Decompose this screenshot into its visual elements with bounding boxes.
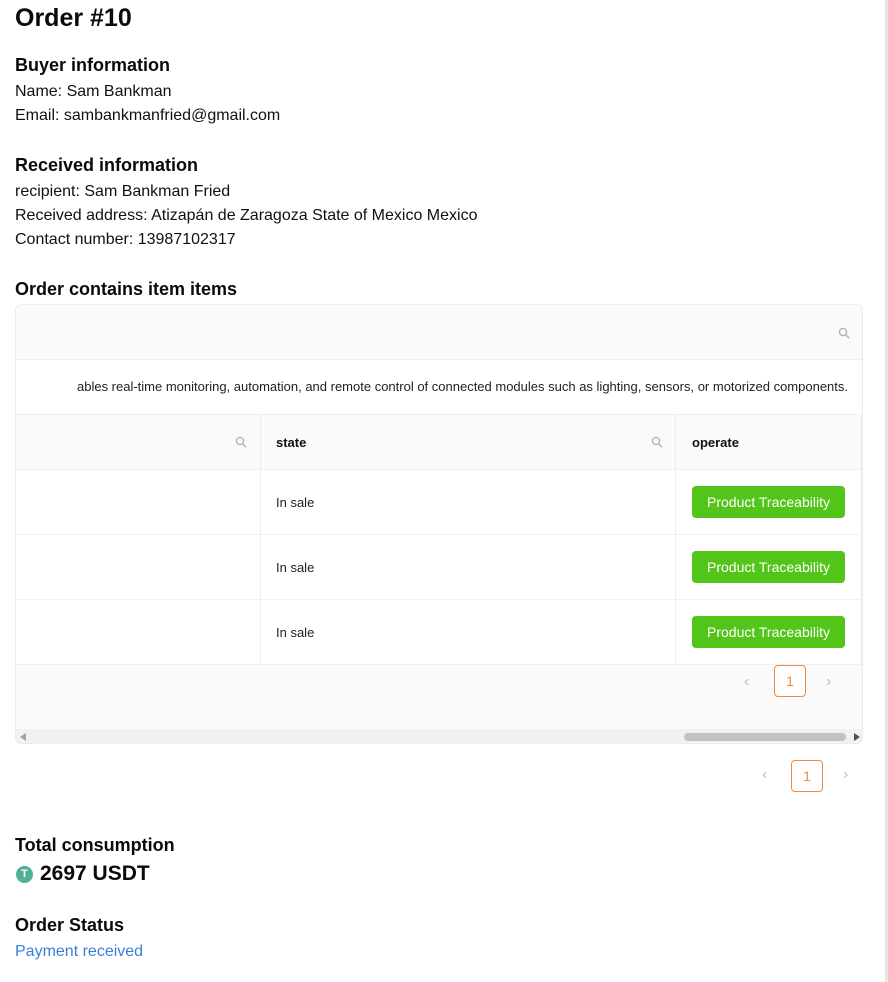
outer-page-number[interactable]: 1 — [791, 760, 823, 792]
inner-pagination: ‹ 1 › — [16, 665, 862, 729]
product-traceability-button[interactable]: Product Traceability — [692, 486, 845, 518]
table-filter-row[interactable] — [16, 305, 862, 360]
received-address: Received address: Atizapán de Zaragoza S… — [15, 207, 478, 224]
total-heading: Total consumption — [15, 835, 175, 855]
scroll-thumb[interactable] — [684, 733, 846, 741]
column-header-operate: operate — [692, 435, 739, 450]
product-traceability-button[interactable]: Product Traceability — [692, 616, 845, 648]
buyer-heading: Buyer information — [15, 55, 171, 75]
search-icon[interactable] — [838, 327, 850, 339]
inner-page-number[interactable]: 1 — [774, 665, 806, 697]
state-cell: In sale — [276, 495, 315, 510]
prev-page-icon[interactable]: ‹ — [744, 673, 749, 691]
contact-number: Contact number: 13987102317 — [15, 231, 236, 248]
state-cell: In sale — [276, 625, 315, 640]
outer-prev-page-icon[interactable]: ‹ — [762, 766, 767, 784]
items-heading: Order contains item items — [15, 279, 238, 299]
column-search-icon[interactable] — [235, 436, 247, 448]
item-description-row: ables real-time monitoring, automation, … — [16, 360, 862, 415]
order-status-heading: Order Status — [15, 915, 125, 935]
product-traceability-button[interactable]: Product Traceability — [692, 551, 845, 583]
horizontal-scrollbar[interactable] — [16, 729, 862, 743]
buyer-name: Name: Sam Bankman — [15, 83, 172, 100]
total-amount: 2697 USDT — [40, 862, 150, 885]
scroll-left-arrow[interactable] — [20, 733, 26, 741]
item-description: ables real-time monitoring, automation, … — [76, 379, 848, 394]
table-body: In sale Product Traceability In sale Pro… — [16, 470, 862, 665]
column-divider — [861, 415, 862, 665]
table-row: In sale Product Traceability — [16, 470, 862, 535]
received-heading: Received information — [15, 155, 199, 175]
next-page-icon[interactable]: › — [826, 673, 831, 691]
column-divider — [260, 415, 261, 665]
column-header-state[interactable]: state — [276, 415, 306, 470]
buyer-email: Email: sambankmanfried@gmail.com — [15, 107, 281, 124]
fixed-column-divider — [675, 415, 676, 665]
state-search-icon[interactable] — [651, 436, 663, 448]
order-status-value[interactable]: Payment received — [15, 943, 143, 961]
order-detail-page: Order #10 Buyer information Name: Sam Ba… — [0, 0, 888, 982]
outer-next-page-icon[interactable]: › — [843, 766, 848, 784]
table-header: state operate — [16, 415, 862, 470]
table-row: In sale Product Traceability — [16, 535, 862, 600]
items-table: ables real-time monitoring, automation, … — [15, 304, 863, 744]
page-title: Order #10 — [15, 4, 132, 32]
recipient-line: recipient: Sam Bankman Fried — [15, 183, 231, 200]
usdt-icon: T — [16, 866, 33, 883]
state-cell: In sale — [276, 560, 315, 575]
scroll-right-arrow[interactable] — [854, 733, 860, 741]
table-row: In sale Product Traceability — [16, 600, 862, 665]
